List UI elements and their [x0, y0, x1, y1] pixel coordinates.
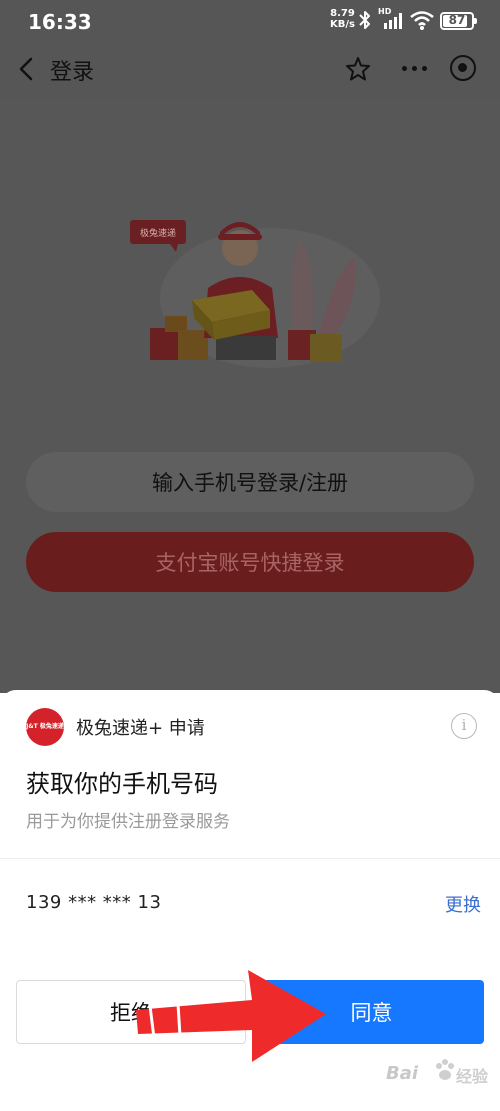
delivery-courier-illustration: 极兔速递	[130, 220, 380, 368]
change-number-link[interactable]: 更换	[445, 891, 481, 917]
favorite-star-icon[interactable]	[344, 55, 372, 83]
red-arrow-annotation	[136, 970, 326, 1062]
battery-level: 87	[448, 13, 466, 27]
status-time: 16:33	[28, 10, 92, 34]
watermark-brand: Bai	[386, 1063, 419, 1084]
wifi-icon	[410, 11, 434, 30]
battery-icon: 87	[440, 12, 477, 30]
close-miniprogram-icon[interactable]	[450, 55, 476, 81]
phone-login-button[interactable]: 输入手机号登录/注册	[26, 452, 474, 512]
alipay-quick-login-button[interactable]: 支付宝账号快捷登录	[26, 532, 474, 592]
phone-number-row: 139 *** *** 13 更换	[0, 886, 500, 926]
login-page: 极兔速递 输入手机号登录/注册 支付宝账号快捷登录	[0, 98, 500, 693]
requesting-app-name: 极兔速递+ 申请	[76, 718, 205, 739]
app-logo: J&T 极兔速递	[26, 708, 64, 746]
sheet-subtitle: 用于为你提供注册登录服务	[26, 812, 230, 832]
watermark-suffix: 经验	[456, 1067, 489, 1086]
network-speed-unit: KB/s	[330, 19, 355, 30]
network-speed: 8.79 KB/s	[330, 8, 355, 30]
network-speed-value: 8.79	[330, 8, 355, 19]
page-title: 登录	[50, 60, 95, 85]
bluetooth-icon	[359, 11, 370, 29]
info-icon[interactable]: i	[451, 713, 477, 739]
masked-phone-number: 139 *** *** 13	[26, 892, 162, 913]
back-icon[interactable]	[14, 54, 40, 84]
signal-icon: HD	[378, 7, 406, 31]
navigation-bar: 登录	[0, 42, 500, 98]
status-bar: 16:33 8.79 KB/s HD 87	[0, 0, 500, 42]
baidu-jingyan-watermark: Bai 经验	[386, 1053, 496, 1101]
illustration-sign-text: 极兔速递	[140, 227, 176, 239]
sheet-title: 获取你的手机号码	[26, 770, 218, 798]
phone-authorization-sheet: J&T 极兔速递 极兔速递+ 申请 i 获取你的手机号码 用于为你提供注册登录服…	[0, 690, 500, 1111]
more-options-icon[interactable]	[398, 54, 430, 84]
divider	[0, 858, 500, 859]
paw-icon	[436, 1059, 454, 1080]
